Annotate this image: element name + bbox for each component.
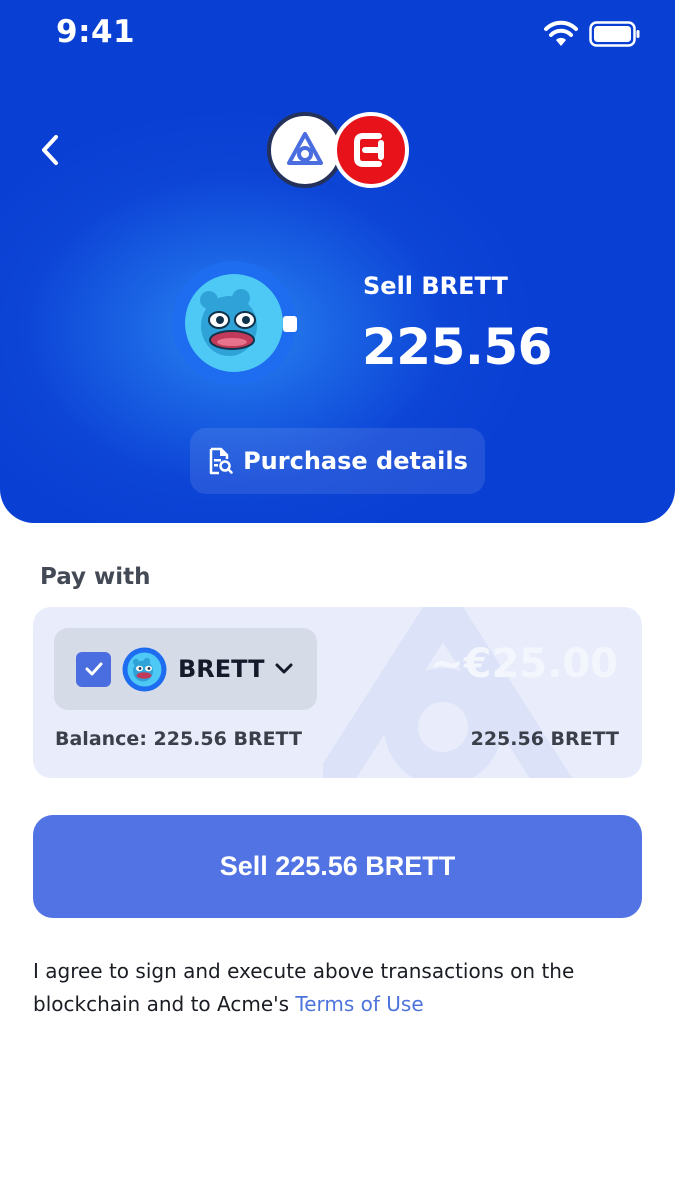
balance-text: Balance: 225.56 BRETT [55,728,302,750]
check-icon [85,662,102,676]
pay-amount: 225.56 BRETT [470,728,619,750]
sell-button[interactable]: Sell 225.56 BRETT [33,815,642,918]
fiat-value: ~€25.00 [430,641,618,687]
screen: 9:41 Sell BRETT 225.56 Purchase details … [0,0,675,1200]
brett-token-icon [172,261,297,385]
pay-with-title: Pay with [40,564,151,590]
token-selector[interactable]: BRETT [54,628,317,710]
header: 9:41 Sell BRETT 225.56 Purchase details [0,0,675,523]
terms-text: I agree to sign and execute above transa… [33,955,643,1021]
purchase-details-label: Purchase details [243,447,468,475]
chain-logo-icon [354,133,384,167]
pay-with-checkbox[interactable] [76,651,111,687]
wifi-icon [544,20,578,46]
sell-label: Sell BRETT [363,272,508,300]
status-time: 9:41 [56,14,136,50]
document-search-icon [209,447,233,475]
sell-amount: 225.56 [362,318,552,376]
dapp-logo [267,112,343,188]
dapp-logo-icon [287,132,323,165]
back-button[interactable] [28,128,72,172]
token-name: BRETT [178,655,265,683]
chevron-down-icon [275,663,293,674]
chain-logo [333,112,409,188]
battery-icon [589,21,640,47]
chevron-left-icon [42,135,58,165]
terms-of-use-link[interactable]: Terms of Use [295,992,423,1016]
watermark-logo-icon [323,607,573,778]
brett-token-small-icon [122,647,167,691]
pay-with-card: BRETT ~€25.00 Balance: 225.56 BRETT 225.… [33,607,642,778]
purchase-details-button[interactable]: Purchase details [190,428,485,494]
